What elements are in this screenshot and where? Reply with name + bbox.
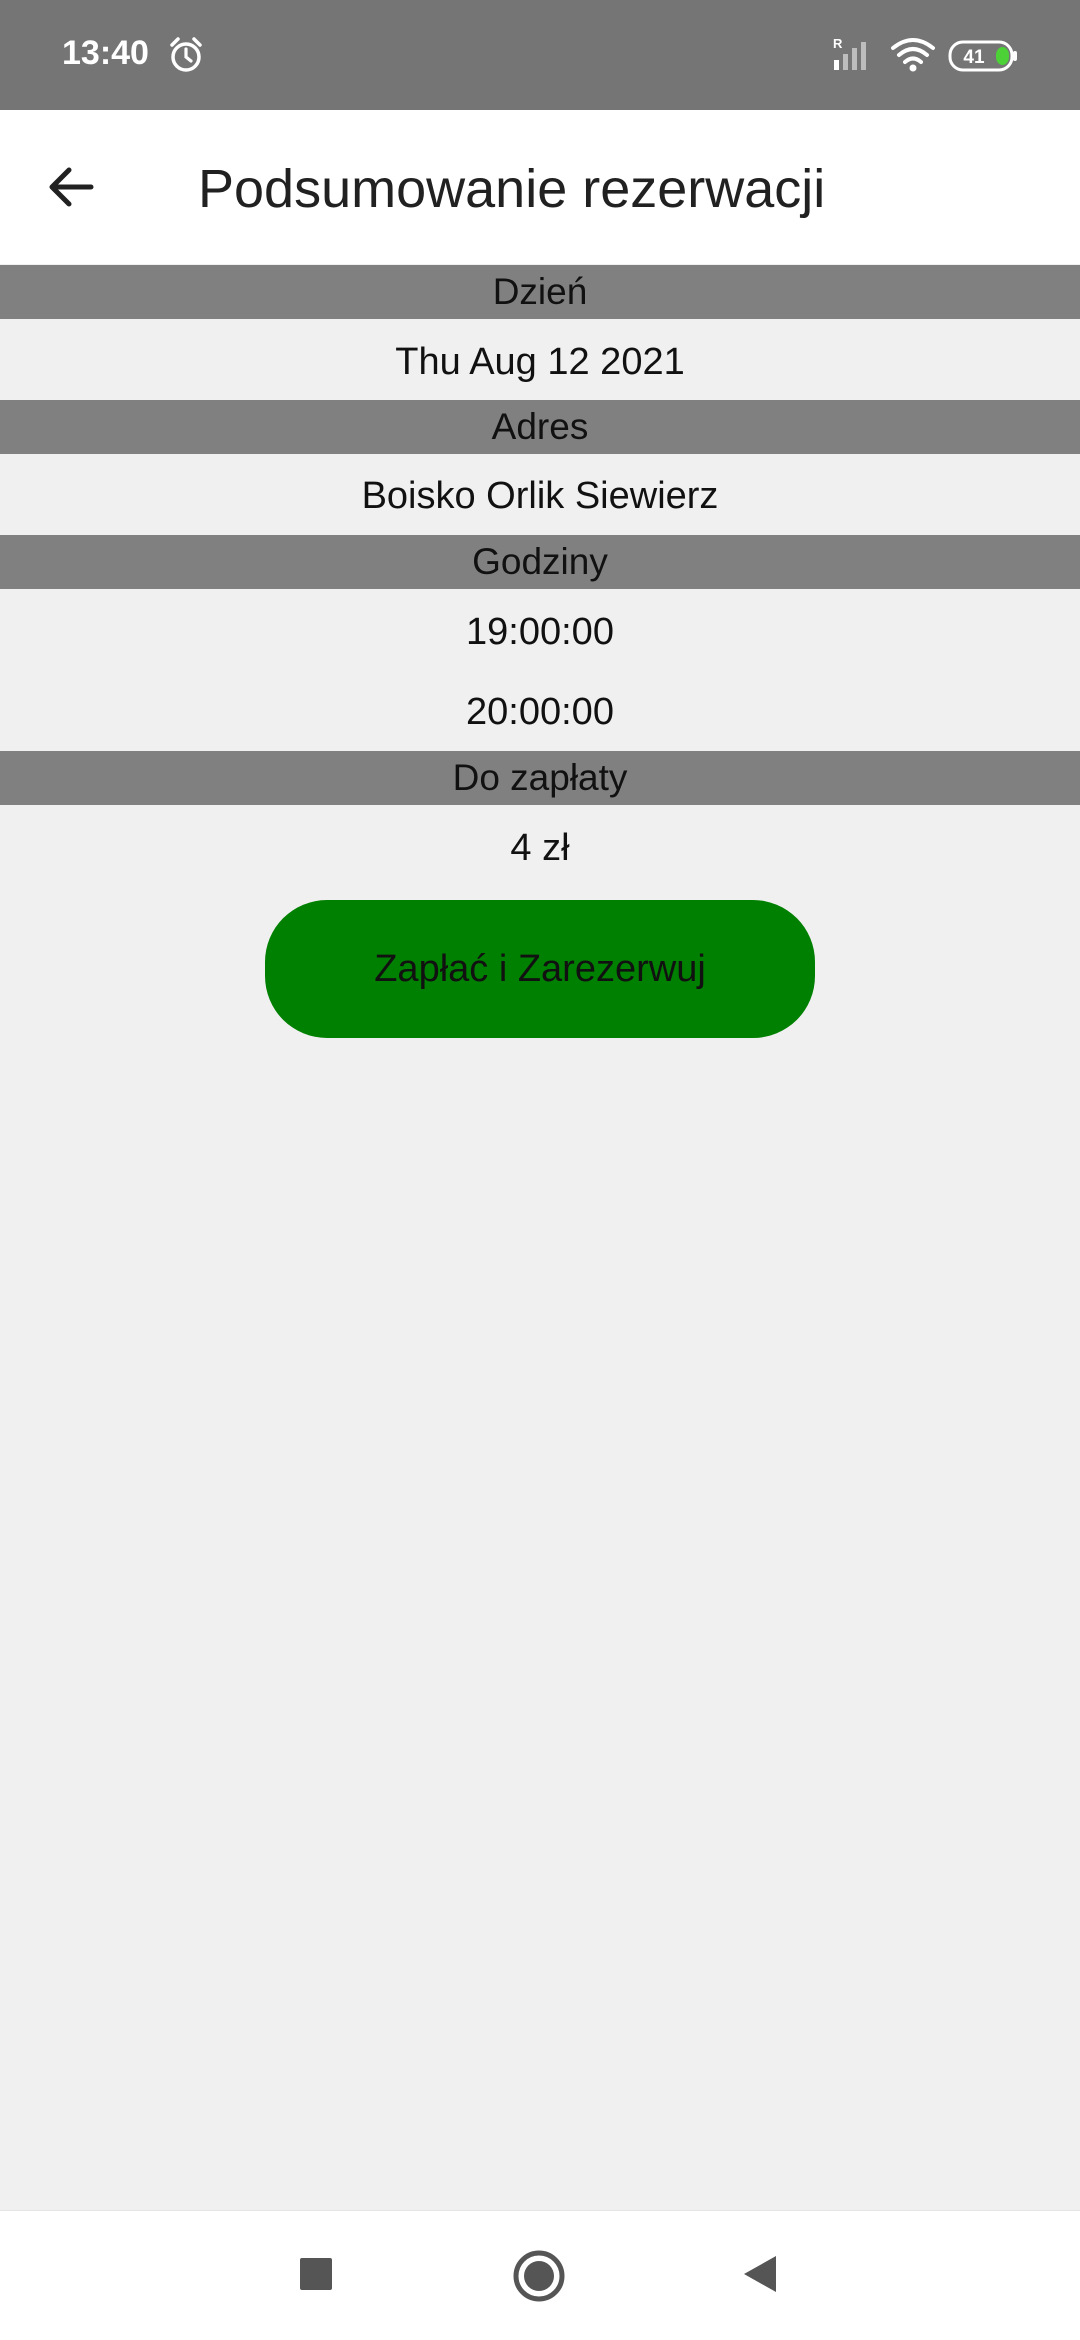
back-button[interactable]	[34, 150, 108, 224]
screen: 13:40 R 41 Podsumowanie rezerwacji Dzień…	[0, 0, 1080, 2340]
signal-icon: R	[833, 36, 866, 70]
address-header: Adres	[0, 400, 1080, 454]
roaming-indicator: R	[833, 36, 843, 51]
back-icon[interactable]	[740, 2254, 780, 2294]
alarm-icon	[170, 37, 202, 72]
day-header: Dzień	[0, 265, 1080, 319]
payment-header: Do zapłaty	[0, 751, 1080, 805]
home-icon[interactable]	[512, 2249, 566, 2303]
navigation-bar	[0, 2210, 1080, 2340]
pay-and-reserve-button[interactable]: Zapłać i Zarezerwuj	[265, 900, 815, 1038]
address-value: Boisko Orlik Siewierz	[361, 474, 719, 517]
arrow-left-icon	[49, 167, 94, 207]
payment-value: 4 zł	[510, 826, 570, 869]
hour-item: 20:00:00	[466, 690, 614, 733]
battery-icon: 41	[948, 40, 1017, 72]
recents-icon[interactable]	[298, 2256, 334, 2292]
day-value: Thu Aug 12 2021	[395, 340, 685, 383]
hours-header: Godziny	[0, 535, 1080, 589]
hour-item: 19:00:00	[466, 610, 614, 653]
status-bar: 13:40 R 41	[0, 0, 1080, 110]
app-bar: Podsumowanie rezerwacji	[0, 110, 1080, 264]
battery-level: 41	[963, 47, 985, 68]
page-title: Podsumowanie rezerwacji	[198, 159, 826, 219]
wifi-icon	[891, 38, 935, 72]
status-time: 13:40	[62, 34, 149, 72]
